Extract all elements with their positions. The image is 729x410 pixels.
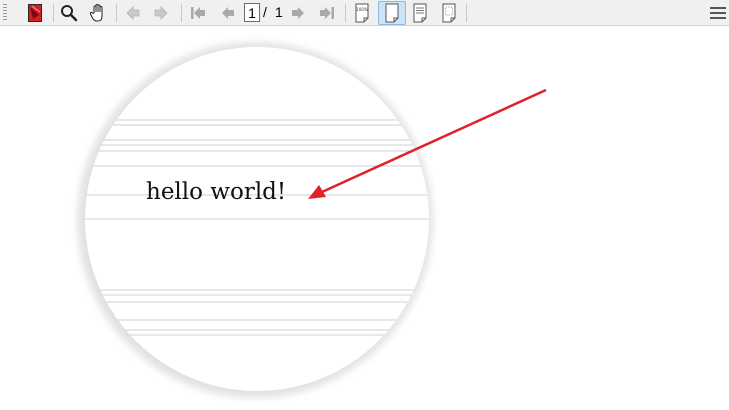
fit-page-icon	[385, 3, 399, 23]
hand-icon	[89, 3, 103, 22]
first-page-icon	[191, 7, 205, 19]
fit-visible-button[interactable]	[438, 3, 460, 23]
menu-icon	[710, 7, 726, 19]
fit-width-icon	[413, 3, 427, 23]
search-icon	[61, 5, 78, 22]
previous-page-icon	[222, 7, 234, 19]
menu-button[interactable]	[708, 3, 728, 23]
first-page-button[interactable]	[187, 3, 209, 23]
magnifier-lens	[69, 34, 547, 406]
page-number-input[interactable]	[244, 3, 260, 22]
toolbar: / 1 100%	[0, 0, 729, 26]
toolbar-separator	[116, 4, 117, 22]
app-logo-button[interactable]	[24, 3, 46, 23]
fit-page-button[interactable]	[378, 1, 406, 25]
toolbar-separator	[466, 4, 467, 22]
zoom-100-icon: 100%	[355, 3, 369, 23]
toolbar-separator	[345, 4, 346, 22]
page-total: 1	[275, 4, 283, 20]
last-page-button[interactable]	[316, 3, 338, 23]
page-separator: /	[263, 4, 267, 20]
document-text: hello world!	[146, 179, 287, 205]
forward-button[interactable]	[150, 3, 172, 23]
zoom-100-button[interactable]: 100%	[351, 3, 373, 23]
fit-width-button[interactable]	[409, 3, 431, 23]
toolbar-grip[interactable]	[3, 4, 7, 22]
app-logo-icon	[28, 4, 42, 22]
document-view[interactable]: hello world!	[0, 27, 729, 410]
previous-page-button[interactable]	[217, 3, 239, 23]
find-button[interactable]	[58, 3, 80, 23]
toolbar-separator	[181, 4, 182, 22]
back-arrow-icon	[126, 6, 140, 20]
forward-arrow-icon	[154, 6, 168, 20]
svg-text:100%: 100%	[356, 7, 368, 12]
fit-visible-icon	[442, 3, 456, 23]
hand-tool-button[interactable]	[87, 3, 109, 23]
back-button[interactable]	[122, 3, 144, 23]
toolbar-separator	[53, 4, 54, 22]
next-page-icon	[292, 7, 304, 19]
last-page-icon	[320, 7, 334, 19]
next-page-button[interactable]	[287, 3, 309, 23]
